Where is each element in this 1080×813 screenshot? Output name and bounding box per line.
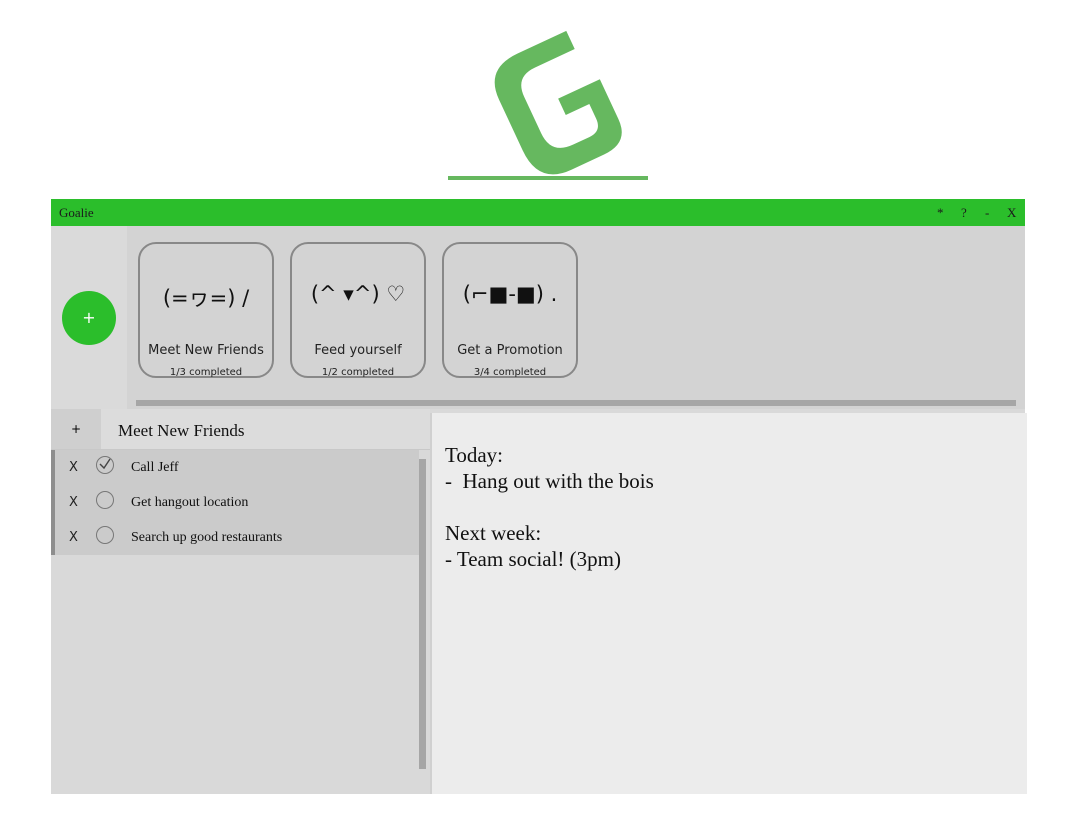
goalie-logo-icon [448, 30, 648, 180]
goal-card-feed-yourself[interactable]: (^ ▾^) ♡ Feed yourself 1/2 completed [290, 242, 426, 378]
goal-name: Feed yourself [314, 343, 402, 358]
delete-task-button[interactable]: X [69, 495, 78, 510]
goals-bar: + (=ヮ=) / Meet New Friends 1/3 completed… [51, 226, 1025, 409]
task-panel-header: + Meet New Friends [51, 409, 430, 450]
goal-emoticon: (^ ▾^) ♡ [310, 282, 406, 306]
goal-name: Meet New Friends [148, 343, 264, 358]
task-row: X Search up good restaurants [51, 520, 419, 555]
task-row: X Get hangout location [51, 485, 419, 520]
goal-progress: 1/2 completed [321, 367, 395, 378]
app-title: Goalie [59, 205, 94, 220]
add-task-button[interactable]: + [51, 409, 101, 449]
delete-task-button[interactable]: X [69, 530, 78, 545]
note-line: Today: [445, 443, 504, 467]
task-list: X Call Jeff X Get hangout location X Sea… [51, 450, 419, 555]
help-button[interactable]: ? [961, 205, 967, 221]
task-checkbox-checked[interactable] [96, 456, 114, 474]
task-label: Get hangout location [131, 495, 249, 510]
note-line: - Team social! (3pm) [445, 547, 621, 571]
pin-button[interactable]: * [937, 205, 944, 221]
goalie-logo [448, 18, 648, 183]
delete-task-button[interactable]: X [69, 460, 78, 475]
task-panel: + Meet New Friends X Call Jeff X Get han… [51, 409, 430, 794]
notes-area[interactable]: Today: - Hang out with the bois Next wee… [430, 413, 1027, 794]
task-checkbox[interactable] [96, 491, 114, 509]
minimize-button[interactable]: - [985, 205, 989, 221]
task-row: X Call Jeff [51, 450, 419, 485]
goal-progress: 1/3 completed [169, 367, 243, 378]
close-button[interactable]: X [1007, 205, 1016, 221]
title-bar: Goalie * ? - X [51, 199, 1025, 226]
goal-card-meet-new-friends[interactable]: (=ヮ=) / Meet New Friends 1/3 completed [138, 242, 274, 378]
goal-name: Get a Promotion [457, 343, 563, 358]
add-goal-button[interactable]: + [62, 291, 116, 345]
goal-emoticon: (=ヮ=) / [162, 286, 250, 310]
goals-horizontal-scrollbar[interactable] [136, 400, 1016, 406]
note-line: Next week: [445, 521, 542, 545]
selected-goal-title: Meet New Friends [118, 421, 245, 440]
task-checkbox[interactable] [96, 526, 114, 544]
checkmark-icon [99, 458, 111, 470]
app-window: Goalie * ? - X + (=ヮ=) / Meet New Friend… [51, 199, 1027, 794]
task-label: Call Jeff [131, 460, 179, 475]
note-line: - Hang out with the bois [445, 469, 654, 493]
goal-card-get-a-promotion[interactable]: (⌐■-■) . Get a Promotion 3/4 completed [442, 242, 578, 378]
task-label: Search up good restaurants [131, 530, 283, 545]
goal-emoticon: (⌐■-■) . [462, 282, 558, 306]
add-goal-column: + [51, 226, 127, 409]
task-list-vertical-scrollbar[interactable] [419, 459, 426, 769]
goal-progress: 3/4 completed [473, 367, 547, 378]
